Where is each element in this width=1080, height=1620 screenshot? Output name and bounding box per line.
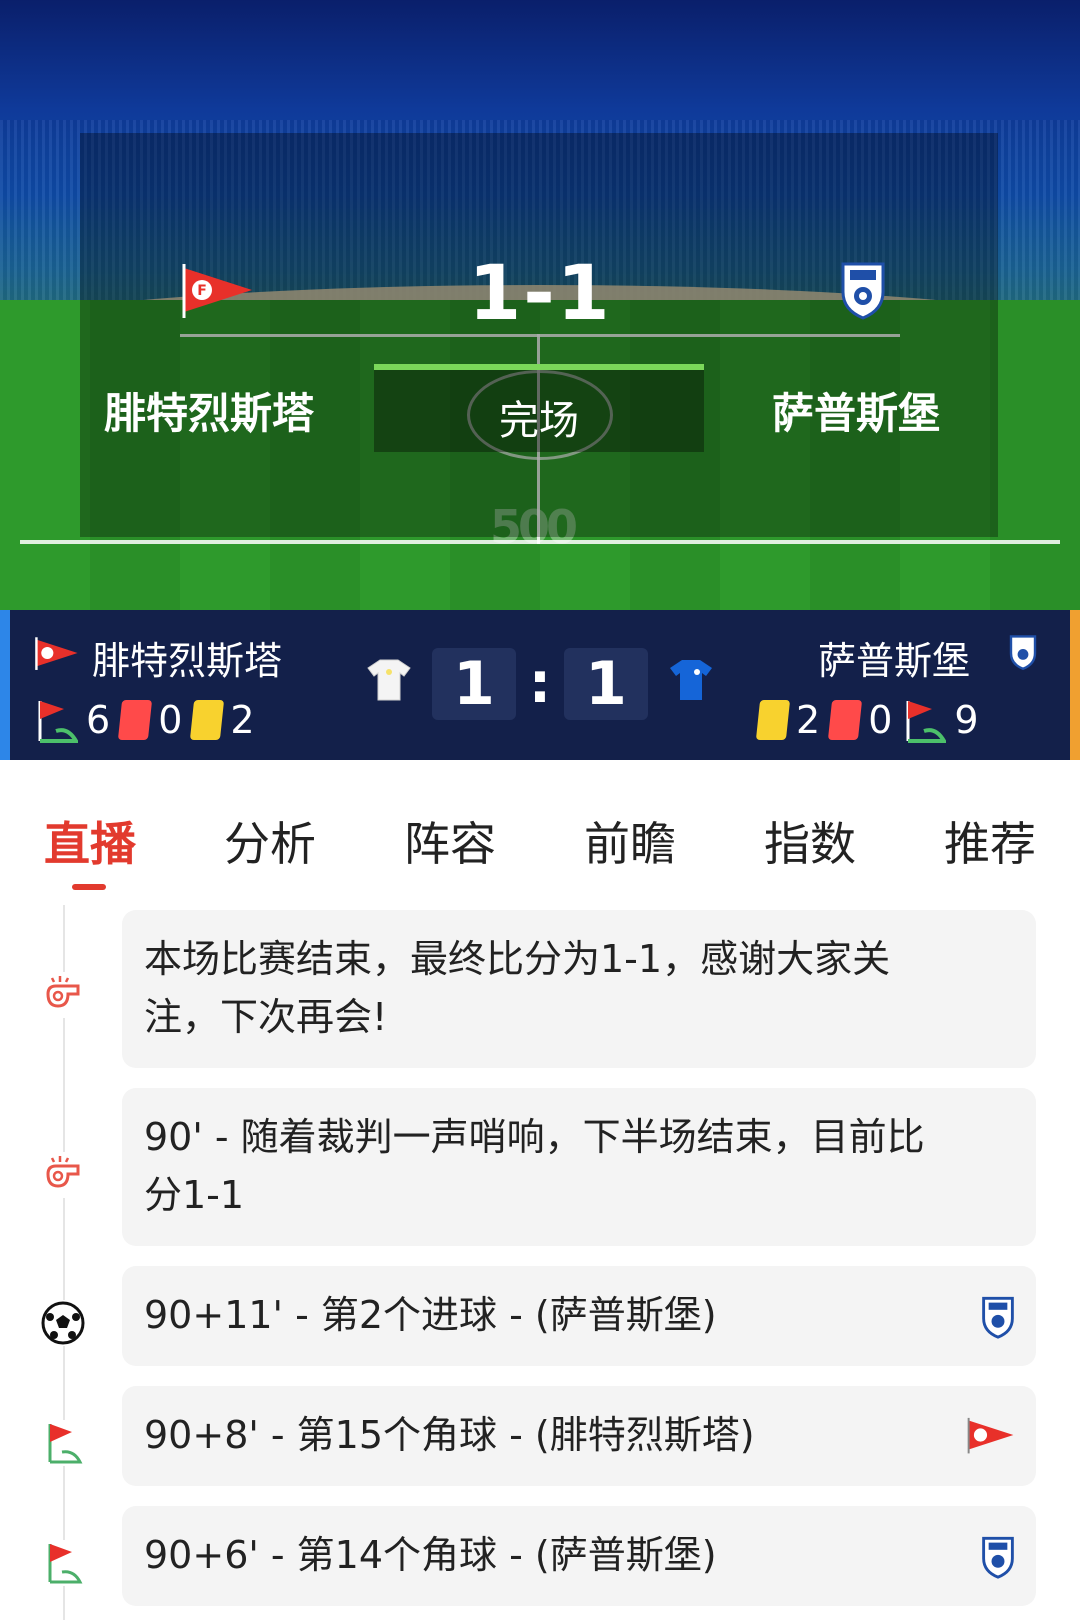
away-team-logo-event (982, 1296, 1014, 1339)
home-red-cards: 0 (158, 698, 183, 742)
home-score: 1 (432, 648, 516, 720)
score-separator: : (528, 651, 552, 716)
away-red-cards: 0 (868, 698, 893, 742)
home-team-name: 腓特烈斯塔 (92, 639, 283, 683)
score-bar: 腓特烈斯塔 6 0 2 1 : 1 萨普斯堡 2 0 9 (0, 610, 1080, 760)
away-color-edge (1070, 610, 1080, 760)
away-team-name: 萨普斯堡 (818, 639, 971, 683)
tab-analysis[interactable]: 分析 (190, 808, 350, 874)
match-hero-banner: 500 F 1-1 腓特烈斯塔 完场 萨普斯堡 (0, 0, 1080, 610)
timeline-event: 90' - 随着裁判一声哨响，下半场结束，目前比分1-1 (122, 1088, 1036, 1246)
away-score: 1 (564, 648, 648, 720)
away-yellow-cards: 2 (796, 698, 821, 742)
event-text: 90' - 随着裁判一声哨响，下半场结束，目前比分1-1 (144, 1115, 925, 1217)
away-jersey-icon (670, 660, 712, 700)
tab-preview[interactable]: 前瞻 (550, 808, 710, 874)
tab-odds[interactable]: 指数 (730, 808, 890, 874)
corner-flag-icon (40, 1420, 86, 1466)
tab-lineup[interactable]: 阵容 (370, 808, 530, 874)
home-stats: 6 0 2 (34, 694, 265, 746)
red-card-icon (828, 700, 863, 740)
event-text: 90+11' - 第2个进球 - (萨普斯堡) (144, 1293, 717, 1337)
whistle-icon (40, 972, 86, 1018)
away-stats: 2 0 9 (755, 694, 989, 746)
event-text: 90+6' - 第14个角球 - (萨普斯堡) (144, 1533, 717, 1577)
event-text: 90+8' - 第15个角球 - (腓特烈斯塔) (144, 1413, 755, 1457)
active-tab-indicator (72, 884, 106, 890)
away-team-logo-small (1009, 635, 1037, 671)
home-corners: 6 (86, 698, 111, 742)
home-yellow-cards: 2 (230, 698, 255, 742)
corner-flag-icon (906, 701, 947, 743)
tab-recommend[interactable]: 推荐 (910, 808, 1070, 874)
hero-home-team-name: 腓特烈斯塔 (104, 389, 315, 438)
corner-flag-icon (40, 1540, 86, 1586)
timeline-event: 90+8' - 第15个角球 - (腓特烈斯塔) (122, 1386, 1036, 1486)
tab-live[interactable]: 直播 (10, 808, 170, 874)
match-status-box: 完场 (374, 364, 704, 452)
corner-flag-icon (38, 701, 78, 743)
away-team-logo-event (982, 1536, 1014, 1579)
tab-bar: 直播 分析 阵容 前瞻 指数 推荐 (0, 760, 1080, 890)
yellow-card-icon (190, 700, 225, 740)
home-jersey-icon (367, 659, 411, 701)
hero-score: 1-1 (468, 248, 612, 337)
match-status: 完场 (499, 398, 579, 444)
home-team-logo-event (967, 1417, 1014, 1454)
home-team-logo-small (35, 637, 78, 670)
soccer-ball-icon (40, 1300, 86, 1346)
away-corners: 9 (954, 698, 979, 742)
timeline-event: 90+6' - 第14个角球 - (萨普斯堡) (122, 1506, 1036, 1606)
timeline-event: 本场比赛结束，最终比分为1-1，感谢大家关注，下次再会! (122, 910, 1036, 1068)
event-text: 本场比赛结束，最终比分为1-1，感谢大家关注，下次再会! (144, 937, 891, 1039)
red-card-icon (118, 700, 153, 740)
yellow-card-icon (755, 700, 791, 740)
timeline-event: 90+11' - 第2个进球 - (萨普斯堡) (122, 1266, 1036, 1366)
hero-away-team-name: 萨普斯堡 (772, 389, 941, 438)
away-team-logo (841, 262, 885, 320)
whistle-icon (40, 1152, 86, 1198)
home-color-edge (0, 610, 10, 760)
